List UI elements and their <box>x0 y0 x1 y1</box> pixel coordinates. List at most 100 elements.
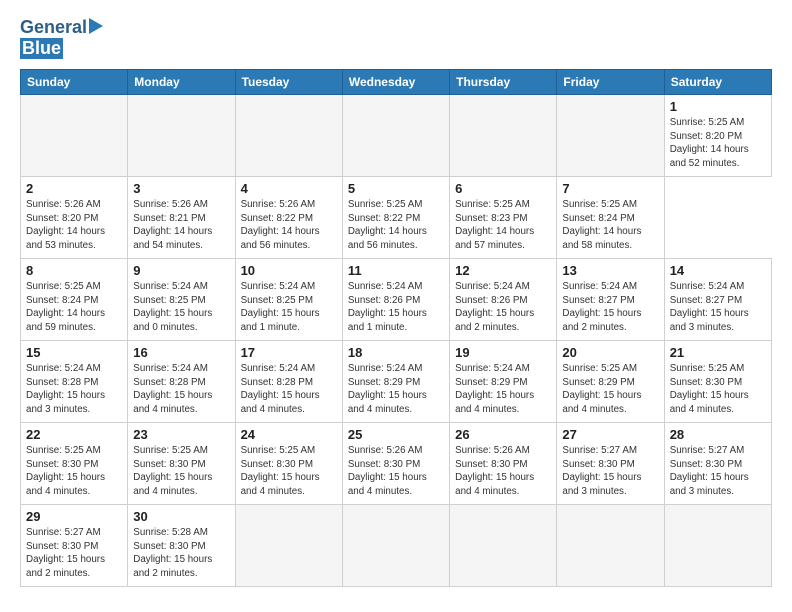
calendar-cell-day-5: 5 Sunrise: 5:25 AMSunset: 8:22 PMDaylight… <box>342 176 449 258</box>
calendar-cell-empty <box>128 94 235 176</box>
header: General Blue <box>20 18 772 59</box>
day-info: Sunrise: 5:24 AMSunset: 8:27 PMDaylight:… <box>562 280 658 335</box>
calendar-cell-empty <box>557 94 664 176</box>
day-number: 10 <box>241 263 337 278</box>
day-number: 19 <box>455 345 551 360</box>
day-info: Sunrise: 5:25 AMSunset: 8:30 PMDaylight:… <box>133 444 229 499</box>
day-number: 30 <box>133 509 229 524</box>
day-info: Sunrise: 5:24 AMSunset: 8:28 PMDaylight:… <box>241 362 337 417</box>
day-number: 27 <box>562 427 658 442</box>
day-number: 14 <box>670 263 766 278</box>
day-number: 21 <box>670 345 766 360</box>
calendar-cell-day-12: 12Sunrise: 5:24 AMSunset: 8:26 PMDayligh… <box>450 258 557 340</box>
day-number: 11 <box>348 263 444 278</box>
day-number: 22 <box>26 427 122 442</box>
day-info: Sunrise: 5:24 AMSunset: 8:25 PMDaylight:… <box>241 280 337 335</box>
day-info: Sunrise: 5:26 AMSunset: 8:30 PMDaylight:… <box>455 444 551 499</box>
calendar-cell-day-23: 23 Sunrise: 5:25 AMSunset: 8:30 PMDayligh… <box>128 422 235 504</box>
calendar-week-1: 2Sunrise: 5:26 AMSunset: 8:20 PMDaylight… <box>21 176 772 258</box>
logo-arrow-icon <box>89 18 103 34</box>
day-info: Sunrise: 5:27 AMSunset: 8:30 PMDaylight:… <box>26 526 122 581</box>
calendar-header-sunday: Sunday <box>21 69 128 94</box>
day-info: Sunrise: 5:25 AMSunset: 8:22 PMDaylight:… <box>348 198 444 253</box>
calendar-cell-day-20: 20 Sunrise: 5:25 AMSunset: 8:29 PMDayligh… <box>557 340 664 422</box>
day-number: 25 <box>348 427 444 442</box>
day-number: 15 <box>26 345 122 360</box>
day-info: Sunrise: 5:27 AMSunset: 8:30 PMDaylight:… <box>670 444 766 499</box>
calendar-cell-empty <box>235 504 342 586</box>
calendar-cell-empty <box>21 94 128 176</box>
calendar-week-2: 8 Sunrise: 5:25 AMSunset: 8:24 PMDaylight… <box>21 258 772 340</box>
calendar-week-4: 22 Sunrise: 5:25 AMSunset: 8:30 PMDayligh… <box>21 422 772 504</box>
calendar-cell-day-4: 4 Sunrise: 5:26 AMSunset: 8:22 PMDaylight… <box>235 176 342 258</box>
calendar-header-wednesday: Wednesday <box>342 69 449 94</box>
calendar-cell-empty <box>664 504 771 586</box>
day-number: 12 <box>455 263 551 278</box>
calendar-cell-day-14: 14 Sunrise: 5:24 AMSunset: 8:27 PMDayligh… <box>664 258 771 340</box>
calendar-cell-day-25: 25 Sunrise: 5:26 AMSunset: 8:30 PMDayligh… <box>342 422 449 504</box>
calendar-cell-day-10: 10 Sunrise: 5:24 AMSunset: 8:25 PMDayligh… <box>235 258 342 340</box>
calendar-cell-day-3: 3Sunrise: 5:26 AMSunset: 8:21 PMDaylight… <box>128 176 235 258</box>
day-number: 7 <box>562 181 658 196</box>
day-info: Sunrise: 5:26 AMSunset: 8:30 PMDaylight:… <box>348 444 444 499</box>
calendar-header-saturday: Saturday <box>664 69 771 94</box>
day-number: 3 <box>133 181 229 196</box>
calendar: SundayMondayTuesdayWednesdayThursdayFrid… <box>20 69 772 587</box>
day-number: 23 <box>133 427 229 442</box>
logo-text-general: General <box>20 18 87 38</box>
day-info: Sunrise: 5:24 AMSunset: 8:29 PMDaylight:… <box>455 362 551 417</box>
calendar-cell-empty <box>450 94 557 176</box>
day-info: Sunrise: 5:24 AMSunset: 8:28 PMDaylight:… <box>26 362 122 417</box>
calendar-cell-day-24: 24Sunrise: 5:25 AMSunset: 8:30 PMDayligh… <box>235 422 342 504</box>
calendar-cell-day-8: 8 Sunrise: 5:25 AMSunset: 8:24 PMDaylight… <box>21 258 128 340</box>
day-info: Sunrise: 5:24 AMSunset: 8:27 PMDaylight:… <box>670 280 766 335</box>
day-number: 2 <box>26 181 122 196</box>
day-info: Sunrise: 5:24 AMSunset: 8:28 PMDaylight:… <box>133 362 229 417</box>
day-info: Sunrise: 5:26 AMSunset: 8:22 PMDaylight:… <box>241 198 337 253</box>
day-number: 13 <box>562 263 658 278</box>
calendar-cell-day-26: 26Sunrise: 5:26 AMSunset: 8:30 PMDayligh… <box>450 422 557 504</box>
day-number: 28 <box>670 427 766 442</box>
day-number: 5 <box>348 181 444 196</box>
day-info: Sunrise: 5:27 AMSunset: 8:30 PMDaylight:… <box>562 444 658 499</box>
calendar-cell-day-9: 9Sunrise: 5:24 AMSunset: 8:25 PMDaylight… <box>128 258 235 340</box>
calendar-header-row: SundayMondayTuesdayWednesdayThursdayFrid… <box>21 69 772 94</box>
calendar-cell-day-28: 28 Sunrise: 5:27 AMSunset: 8:30 PMDayligh… <box>664 422 771 504</box>
calendar-cell-day-27: 27 Sunrise: 5:27 AMSunset: 8:30 PMDayligh… <box>557 422 664 504</box>
day-number: 8 <box>26 263 122 278</box>
day-number: 4 <box>241 181 337 196</box>
calendar-cell-day-15: 15 Sunrise: 5:24 AMSunset: 8:28 PMDayligh… <box>21 340 128 422</box>
calendar-header-thursday: Thursday <box>450 69 557 94</box>
day-number: 16 <box>133 345 229 360</box>
logo: General Blue <box>20 18 103 59</box>
day-info: Sunrise: 5:25 AMSunset: 8:30 PMDaylight:… <box>241 444 337 499</box>
calendar-cell-day-19: 19 Sunrise: 5:24 AMSunset: 8:29 PMDayligh… <box>450 340 557 422</box>
day-info: Sunrise: 5:25 AMSunset: 8:24 PMDaylight:… <box>26 280 122 335</box>
calendar-cell-empty <box>342 94 449 176</box>
day-info: Sunrise: 5:25 AMSunset: 8:20 PMDaylight:… <box>670 116 766 171</box>
day-info: Sunrise: 5:25 AMSunset: 8:29 PMDaylight:… <box>562 362 658 417</box>
day-info: Sunrise: 5:25 AMSunset: 8:23 PMDaylight:… <box>455 198 551 253</box>
logo-text-blue: Blue <box>20 38 63 59</box>
calendar-header-monday: Monday <box>128 69 235 94</box>
calendar-cell-empty <box>235 94 342 176</box>
calendar-week-3: 15 Sunrise: 5:24 AMSunset: 8:28 PMDayligh… <box>21 340 772 422</box>
day-info: Sunrise: 5:28 AMSunset: 8:30 PMDaylight:… <box>133 526 229 581</box>
calendar-cell-day-29: 29 Sunrise: 5:27 AMSunset: 8:30 PMDayligh… <box>21 504 128 586</box>
day-info: Sunrise: 5:24 AMSunset: 8:25 PMDaylight:… <box>133 280 229 335</box>
day-info: Sunrise: 5:24 AMSunset: 8:26 PMDaylight:… <box>348 280 444 335</box>
calendar-week-5: 29 Sunrise: 5:27 AMSunset: 8:30 PMDayligh… <box>21 504 772 586</box>
day-info: Sunrise: 5:25 AMSunset: 8:30 PMDaylight:… <box>670 362 766 417</box>
calendar-cell-day-30: 30 Sunrise: 5:28 AMSunset: 8:30 PMDayligh… <box>128 504 235 586</box>
calendar-cell-day-17: 17 Sunrise: 5:24 AMSunset: 8:28 PMDayligh… <box>235 340 342 422</box>
calendar-header-tuesday: Tuesday <box>235 69 342 94</box>
day-number: 20 <box>562 345 658 360</box>
day-number: 17 <box>241 345 337 360</box>
calendar-cell-day-6: 6Sunrise: 5:25 AMSunset: 8:23 PMDaylight… <box>450 176 557 258</box>
calendar-cell-day-7: 7 Sunrise: 5:25 AMSunset: 8:24 PMDaylight… <box>557 176 664 258</box>
calendar-cell-empty <box>557 504 664 586</box>
day-number: 29 <box>26 509 122 524</box>
calendar-week-0: 1Sunrise: 5:25 AMSunset: 8:20 PMDaylight… <box>21 94 772 176</box>
calendar-cell-day-1: 1Sunrise: 5:25 AMSunset: 8:20 PMDaylight… <box>664 94 771 176</box>
day-info: Sunrise: 5:25 AMSunset: 8:24 PMDaylight:… <box>562 198 658 253</box>
